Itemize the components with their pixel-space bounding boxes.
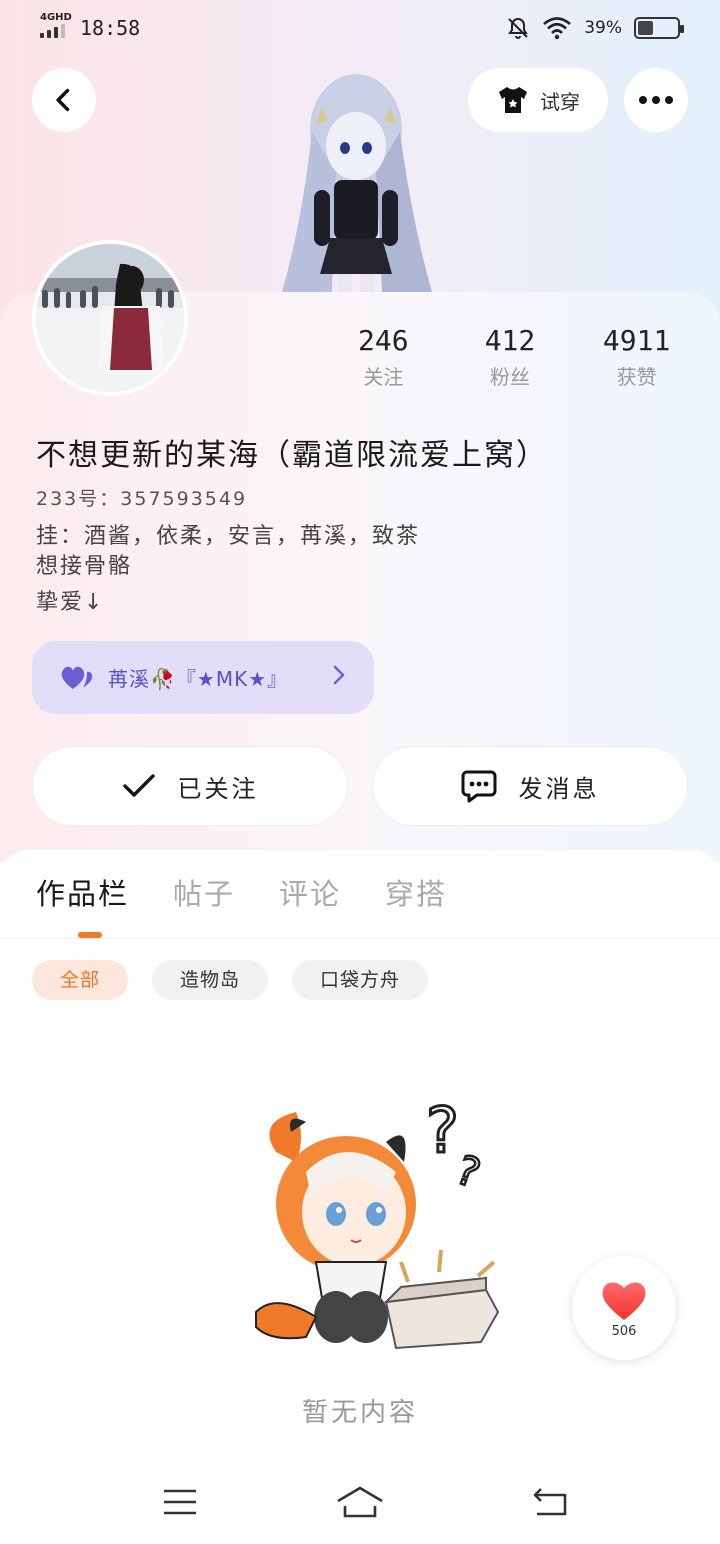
try-on-button[interactable]: 试穿 bbox=[468, 68, 608, 132]
user-avatar[interactable] bbox=[32, 240, 188, 396]
send-message-button[interactable]: 发消息 bbox=[372, 746, 688, 826]
bio-line: 挂：酒酱，依柔，安言，苒溪，致茶 bbox=[36, 524, 421, 549]
signal-icon bbox=[40, 24, 68, 38]
chip-pocket-ark[interactable]: 口袋方舟 bbox=[292, 960, 429, 1000]
heart-pair-icon bbox=[61, 666, 93, 689]
fans-count: 412 bbox=[484, 324, 536, 357]
user-id: 233号：357593549 bbox=[36, 488, 248, 510]
following-label: 关注 bbox=[363, 365, 404, 389]
empty-state-mascot-illustration: ? ? bbox=[255, 1093, 500, 1350]
likes-label: 获赞 bbox=[616, 365, 657, 389]
followed-label: 已关注 bbox=[177, 774, 259, 803]
chat-bubble-icon bbox=[461, 770, 496, 803]
clock: 18:58 bbox=[80, 16, 141, 40]
heart-icon bbox=[602, 1281, 646, 1320]
check-icon bbox=[122, 774, 155, 797]
wifi-icon bbox=[543, 17, 572, 40]
menu-icon bbox=[164, 1489, 196, 1515]
send-message-label: 发消息 bbox=[518, 774, 600, 803]
try-on-label: 试穿 bbox=[540, 89, 580, 114]
svg-text:?: ? bbox=[426, 1094, 459, 1167]
more-dots-icon bbox=[639, 96, 673, 104]
character-model-image bbox=[282, 74, 432, 294]
more-button[interactable] bbox=[624, 68, 688, 132]
return-icon bbox=[533, 1488, 567, 1516]
bio: 挂：酒酱，依柔，安言，苒溪，致茶 想接骨骼 挚爱↓ bbox=[36, 522, 420, 618]
chip-all[interactable]: 全部 bbox=[32, 960, 129, 1000]
back-button[interactable] bbox=[32, 68, 96, 132]
chip-creation-island[interactable]: 造物岛 bbox=[152, 960, 269, 1000]
mute-bell-icon bbox=[508, 17, 529, 39]
stat-following[interactable]: 246 关注 bbox=[323, 324, 443, 390]
tab-outfits[interactable]: 穿搭 bbox=[385, 866, 447, 926]
nav-home-button[interactable] bbox=[336, 1478, 384, 1526]
nav-back-button[interactable] bbox=[526, 1478, 574, 1526]
username: 不想更新的某海（霸道限流爱上窝） bbox=[36, 438, 548, 473]
followed-button[interactable]: 已关注 bbox=[32, 746, 348, 826]
tab-divider bbox=[0, 938, 720, 939]
avatar-photo bbox=[36, 244, 184, 392]
empty-state-text: 暂无内容 bbox=[301, 1398, 418, 1428]
nav-menu-button[interactable] bbox=[156, 1478, 204, 1526]
following-count: 246 bbox=[358, 324, 409, 357]
system-nav-bar bbox=[0, 1460, 720, 1544]
stat-fans[interactable]: 412 粉丝 bbox=[450, 324, 570, 390]
filter-chips: 全部 造物岛 口袋方舟 bbox=[32, 960, 429, 1000]
battery-icon bbox=[634, 17, 684, 39]
status-bar: 4GHD 18:58 39% bbox=[0, 0, 720, 56]
stat-likes[interactable]: 4911 获赞 bbox=[577, 324, 697, 390]
battery-percent: 39% bbox=[584, 18, 622, 38]
chevron-left-icon bbox=[56, 88, 70, 112]
fans-label: 粉丝 bbox=[489, 365, 530, 389]
profile-tabs: 作品栏 帖子 评论 穿搭 bbox=[0, 866, 720, 938]
stats-row: 246 关注 412 粉丝 4911 获赞 bbox=[320, 324, 700, 390]
cp-relationship-tag[interactable]: 苒溪🥀『★MK★』 bbox=[32, 641, 374, 714]
network-type: 4GHD bbox=[40, 12, 72, 23]
bio-line: 想接骨骼 bbox=[36, 554, 133, 579]
cp-name: 苒溪🥀『★MK★』 bbox=[108, 667, 289, 691]
tab-comments[interactable]: 评论 bbox=[279, 866, 341, 926]
floating-like-button[interactable]: 506 bbox=[572, 1256, 676, 1360]
home-icon bbox=[337, 1486, 383, 1518]
likes-count: 4911 bbox=[602, 324, 671, 357]
chevron-right-icon bbox=[332, 664, 346, 692]
tab-works[interactable]: 作品栏 bbox=[36, 866, 129, 926]
bio-line: 挚爱↓ bbox=[36, 590, 105, 615]
like-count: 506 bbox=[611, 1323, 637, 1339]
tab-posts[interactable]: 帖子 bbox=[173, 866, 235, 926]
tshirt-icon bbox=[499, 87, 527, 113]
